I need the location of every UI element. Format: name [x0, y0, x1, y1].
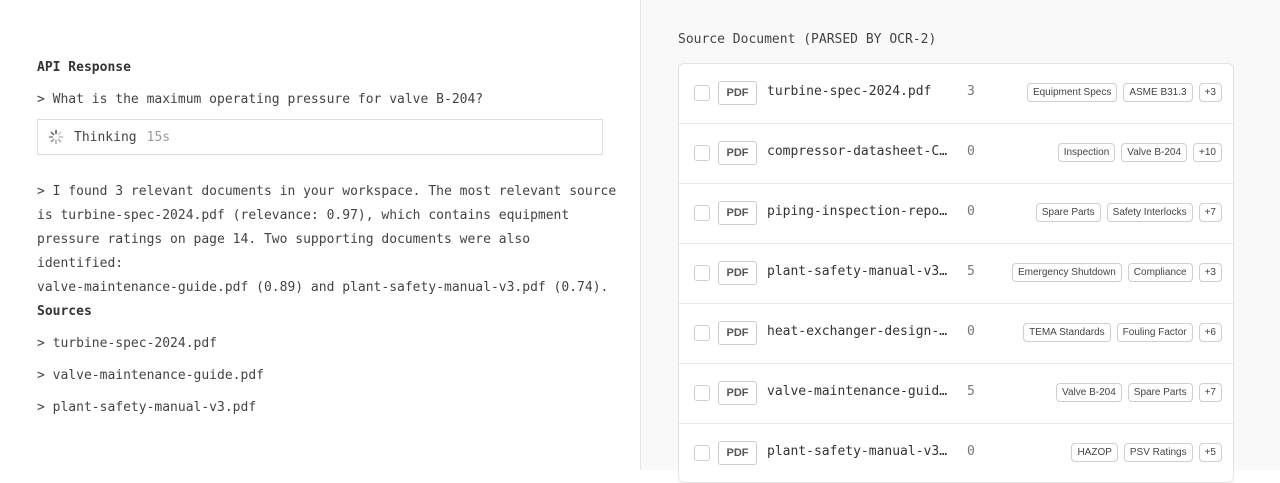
pdf-file-icon: PDF: [718, 321, 757, 345]
sources-heading: Sources: [37, 304, 92, 319]
more-tags-badge[interactable]: +7: [1198, 203, 1222, 222]
source-document-panel: Source Document (PARSED BY OCR-2) PDF tur…: [640, 0, 1280, 483]
tag-chip[interactable]: Fouling Factor: [1116, 323, 1193, 342]
pdf-file-icon: PDF: [718, 381, 757, 405]
tag-list: Spare Parts Safety Interlocks +7: [1035, 203, 1222, 222]
source-document-title: Source Document (PARSED BY OCR-2): [678, 32, 937, 47]
tag-list: Inspection Valve B-204 +10: [1057, 143, 1222, 162]
pdf-file-icon: PDF: [718, 261, 757, 285]
row-checkbox[interactable]: [694, 445, 710, 461]
match-count: 0: [967, 444, 975, 459]
tag-chip[interactable]: Valve B-204: [1121, 143, 1188, 162]
tag-chip[interactable]: HAZOP: [1071, 443, 1118, 462]
document-row[interactable]: PDF compressor-datasheet-C50… 0 Inspection V…: [679, 124, 1233, 184]
file-name[interactable]: plant-safety-manual-v3.p…: [767, 444, 953, 459]
document-row[interactable]: PDF plant-safety-manual-v3.p… 5 Emergency S…: [679, 244, 1233, 304]
tag-list: Equipment Specs ASME B31.3 +3: [1026, 83, 1222, 102]
match-count: 0: [967, 144, 975, 159]
file-name[interactable]: compressor-datasheet-C50…: [767, 144, 953, 159]
tag-chip[interactable]: Compliance: [1127, 263, 1193, 282]
tag-chip[interactable]: TEMA Standards: [1023, 323, 1111, 342]
match-count: 3: [967, 84, 975, 99]
row-checkbox[interactable]: [694, 205, 710, 221]
source-link[interactable]: > plant-safety-manual-v3.pdf: [37, 400, 256, 415]
source-link[interactable]: > turbine-spec-2024.pdf: [37, 336, 217, 351]
tag-chip[interactable]: ASME B31.3: [1123, 83, 1193, 102]
more-tags-badge[interactable]: +7: [1198, 383, 1222, 402]
document-list: PDF turbine-spec-2024.pdf 3 Equipment Specs…: [678, 63, 1234, 483]
row-checkbox[interactable]: [694, 145, 710, 161]
thinking-label: Thinking: [74, 129, 137, 145]
match-count: 0: [967, 324, 975, 339]
document-row[interactable]: PDF turbine-spec-2024.pdf 3 Equipment Specs…: [679, 64, 1233, 124]
match-count: 5: [967, 384, 975, 399]
row-checkbox[interactable]: [694, 85, 710, 101]
thinking-time: 15s: [146, 129, 171, 145]
tag-chip[interactable]: Inspection: [1057, 143, 1116, 162]
more-tags-badge[interactable]: +5: [1198, 443, 1222, 462]
file-name[interactable]: turbine-spec-2024.pdf: [767, 84, 953, 99]
file-name[interactable]: heat-exchanger-design-HX…: [767, 324, 953, 339]
file-name[interactable]: piping-inspection-report…: [767, 204, 953, 219]
user-question: > What is the maximum operating pressure…: [37, 92, 484, 107]
tag-chip[interactable]: Valve B-204: [1056, 383, 1122, 402]
document-row[interactable]: PDF piping-inspection-report… 0 Spare Parts…: [679, 184, 1233, 244]
more-tags-badge[interactable]: +6: [1198, 323, 1222, 342]
spinner-icon: [48, 129, 64, 145]
pdf-file-icon: PDF: [718, 81, 757, 105]
match-count: 0: [967, 204, 975, 219]
tag-chip[interactable]: Safety Interlocks: [1106, 203, 1193, 222]
answer-line: pressure ratings on page 14. Two support…: [37, 232, 531, 271]
file-name[interactable]: plant-safety-manual-v3.p…: [767, 264, 953, 279]
tag-chip[interactable]: Equipment Specs: [1026, 83, 1118, 102]
tag-chip[interactable]: Spare Parts: [1035, 203, 1101, 222]
tag-chip[interactable]: Emergency Shutdown: [1011, 263, 1122, 282]
document-row[interactable]: PDF heat-exchanger-design-HX… 0 TEMA Standa…: [679, 304, 1233, 364]
answer-line: valve-maintenance-guide.pdf (0.89) and p…: [37, 280, 609, 295]
tag-list: TEMA Standards Fouling Factor +6: [1023, 323, 1222, 342]
tag-list: Valve B-204 Spare Parts +7: [1056, 383, 1222, 402]
tag-list: Emergency Shutdown Compliance +3: [1011, 263, 1222, 282]
pdf-file-icon: PDF: [718, 141, 757, 165]
match-count: 5: [967, 264, 975, 279]
more-tags-badge[interactable]: +10: [1193, 143, 1222, 162]
more-tags-badge[interactable]: +3: [1198, 263, 1222, 282]
api-response-heading: API Response: [37, 60, 131, 75]
answer-line: > I found 3 relevant documents in your w…: [37, 184, 617, 199]
more-tags-badge[interactable]: +3: [1198, 83, 1222, 102]
answer-text: > I found 3 relevant documents in your w…: [37, 180, 617, 300]
file-name[interactable]: valve-maintenance-guide.…: [767, 384, 953, 399]
answer-line: is turbine-spec-2024.pdf (relevance: 0.9…: [37, 208, 570, 223]
row-checkbox[interactable]: [694, 325, 710, 341]
api-response-panel: API Response > What is the maximum opera…: [0, 0, 640, 470]
row-checkbox[interactable]: [694, 265, 710, 281]
tag-chip[interactable]: Spare Parts: [1127, 383, 1193, 402]
row-checkbox[interactable]: [694, 385, 710, 401]
source-link[interactable]: > valve-maintenance-guide.pdf: [37, 368, 264, 383]
pdf-file-icon: PDF: [718, 441, 757, 465]
thinking-indicator: Thinking 15s: [37, 119, 603, 155]
document-row[interactable]: PDF valve-maintenance-guide.… 5 Valve B-204…: [679, 364, 1233, 424]
pdf-file-icon: PDF: [718, 201, 757, 225]
tag-chip[interactable]: PSV Ratings: [1123, 443, 1193, 462]
document-row[interactable]: PDF plant-safety-manual-v3.p… 0 HAZOP PSV Ra…: [679, 424, 1233, 482]
tag-list: HAZOP PSV Ratings +5: [1071, 443, 1222, 462]
